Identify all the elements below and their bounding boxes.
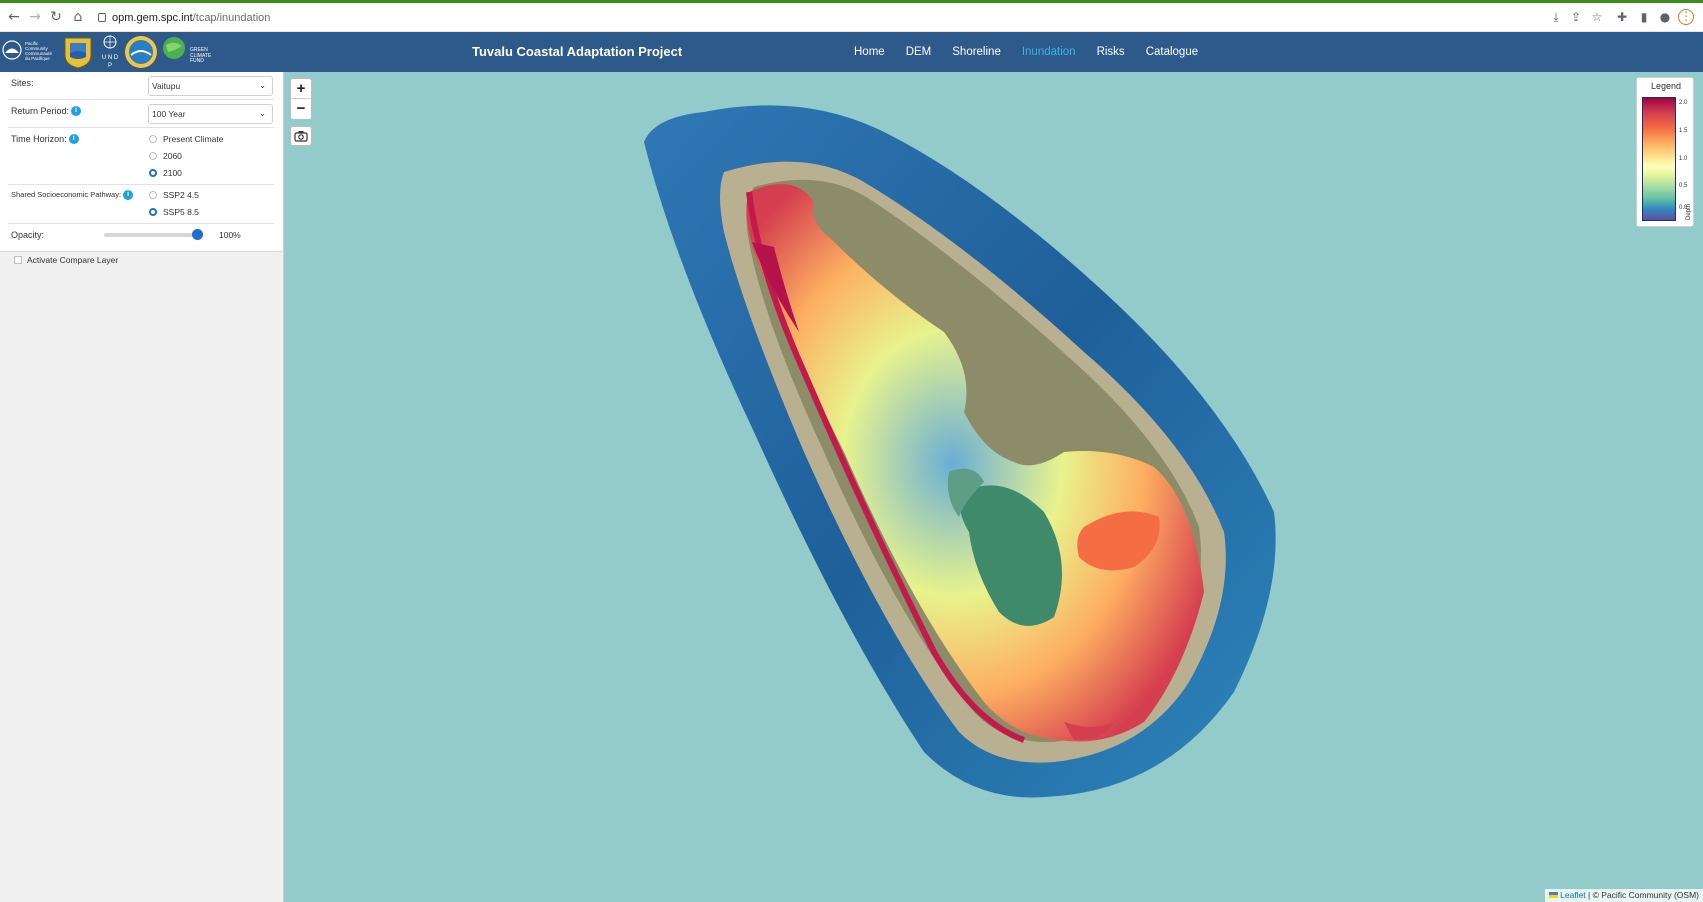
main-nav: Home DEM Shoreline Inundation Risks Cata… bbox=[854, 32, 1219, 72]
compare-layer-label: Activate Compare Layer bbox=[27, 255, 119, 265]
home-icon[interactable]: ⌂ bbox=[69, 8, 87, 26]
attribution-text: | © Pacific Community (OSM) bbox=[1585, 890, 1699, 900]
nav-dem[interactable]: DEM bbox=[906, 32, 932, 72]
legend-tick: 0.5 bbox=[1679, 183, 1688, 189]
info-icon[interactable]: i bbox=[71, 106, 82, 116]
info-icon[interactable]: i bbox=[68, 134, 79, 144]
back-icon[interactable]: ← bbox=[5, 8, 23, 26]
sites-label: Sites: bbox=[11, 78, 34, 88]
un-emblem-icon bbox=[103, 35, 117, 49]
radio-checked-icon bbox=[149, 208, 157, 216]
extensions-icon[interactable]: ✚ bbox=[1614, 9, 1630, 25]
layer-controls-panel: Sites: Vaitupu ⌄ Return Period: i 100 Yea… bbox=[0, 72, 283, 252]
inundation-map-image bbox=[644, 105, 1276, 798]
radio-2060[interactable]: 2060 bbox=[149, 150, 182, 162]
nav-catalogue[interactable]: Catalogue bbox=[1146, 32, 1198, 72]
radio-2100[interactable]: 2100 bbox=[149, 167, 182, 179]
radio-checked-icon bbox=[149, 169, 157, 177]
spc-logo-text: Pacific Community Communauté du Pacifiqu… bbox=[25, 41, 53, 61]
browser-toolbar: ← → ↻ ⌂ opm.gem.spc.int/tcap/inundation … bbox=[0, 3, 1703, 32]
checkbox-icon bbox=[14, 256, 22, 264]
ssp-label: Shared Socioeconomic Pathway: i bbox=[11, 190, 134, 200]
sites-select[interactable]: Vaitupu ⌄ bbox=[148, 76, 273, 96]
radio-present-climate[interactable]: Present Climate bbox=[149, 133, 223, 145]
legend-tick: 2.0 bbox=[1679, 100, 1688, 106]
divider bbox=[8, 127, 274, 128]
nav-shoreline[interactable]: Shoreline bbox=[952, 32, 1001, 72]
legend: Legend 2.0 1.5 1.0 0.5 0.0 Depth bbox=[1636, 77, 1694, 227]
radio-ssp5-8-5[interactable]: SSP5 8.5 bbox=[149, 206, 199, 218]
tuvalu-coat-of-arms-icon bbox=[64, 37, 92, 69]
return-period-label: Return Period: i bbox=[11, 106, 82, 116]
url-host: opm.gem.spc.int bbox=[112, 12, 193, 24]
chevron-down-icon: ⌄ bbox=[259, 109, 266, 118]
zoom-in-button[interactable]: + bbox=[291, 79, 311, 99]
divider bbox=[8, 99, 274, 100]
install-icon[interactable]: ⤓ bbox=[1548, 9, 1564, 25]
profile-icon[interactable]: ● bbox=[1657, 9, 1673, 25]
side-panel-icon[interactable]: ▮ bbox=[1636, 9, 1652, 25]
radio-ssp2-4-5[interactable]: SSP2 4.5 bbox=[149, 189, 199, 201]
zoom-control: + − bbox=[290, 78, 312, 120]
divider bbox=[8, 223, 274, 224]
opacity-value: 100% bbox=[219, 230, 241, 240]
sidebar: Sites: Vaitupu ⌄ Return Period: i 100 Yea… bbox=[0, 72, 284, 902]
legend-tick: 1.5 bbox=[1679, 128, 1688, 134]
nav-inundation[interactable]: Inundation bbox=[1022, 32, 1076, 72]
radio-icon bbox=[149, 135, 157, 143]
camera-icon bbox=[294, 131, 308, 142]
undp-logo: U N D P bbox=[100, 35, 120, 69]
address-bar[interactable]: opm.gem.spc.int/tcap/inundation bbox=[98, 9, 270, 27]
opacity-slider-thumb[interactable] bbox=[192, 229, 203, 240]
gcf-logo-text: GREEN CLIMATE FUND bbox=[190, 47, 212, 64]
app-title: Tuvalu Coastal Adaptation Project bbox=[472, 44, 683, 59]
return-period-select[interactable]: 100 Year ⌄ bbox=[148, 104, 273, 124]
map-attribution: Leaflet | © Pacific Community (OSM) bbox=[1545, 889, 1703, 902]
info-icon[interactable]: i bbox=[123, 190, 134, 200]
radio-icon bbox=[149, 191, 157, 199]
tuvalu-govt-seal-icon bbox=[125, 36, 157, 68]
map-view[interactable]: + − Legend 2.0 1.5 1.0 0.5 0.0 Depth Lea… bbox=[284, 72, 1703, 902]
legend-title: Legend bbox=[1650, 81, 1682, 91]
nav-risks[interactable]: Risks bbox=[1097, 32, 1125, 72]
zoom-out-button[interactable]: − bbox=[291, 99, 311, 119]
spc-logo-icon bbox=[2, 40, 22, 60]
url-path: /tcap/inundation bbox=[192, 12, 271, 24]
bookmark-star-icon[interactable]: ☆ bbox=[1589, 9, 1605, 25]
app-header: Pacific Community Communauté du Pacifiqu… bbox=[0, 32, 1703, 72]
opacity-label: Opacity: bbox=[11, 230, 45, 240]
compare-layer-toggle[interactable]: Activate Compare Layer bbox=[14, 255, 118, 265]
return-period-value: 100 Year bbox=[152, 109, 186, 119]
time-horizon-label: Time Horizon: i bbox=[11, 134, 79, 144]
chevron-down-icon: ⌄ bbox=[259, 81, 266, 90]
legend-tick: 1.0 bbox=[1679, 156, 1688, 162]
partner-logos: Pacific Community Communauté du Pacifiqu… bbox=[0, 32, 240, 72]
radio-icon bbox=[149, 152, 157, 160]
legend-color-ramp bbox=[1642, 97, 1676, 221]
sites-value: Vaitupu bbox=[152, 81, 181, 91]
share-icon[interactable]: ⇪ bbox=[1568, 9, 1584, 25]
legend-axis-label: Depth bbox=[1686, 203, 1692, 220]
divider bbox=[8, 184, 274, 185]
lock-icon bbox=[98, 13, 106, 22]
menu-icon[interactable]: ⋮ bbox=[1678, 9, 1694, 25]
opacity-slider-track[interactable] bbox=[104, 233, 198, 237]
nav-home[interactable]: Home bbox=[854, 32, 885, 72]
gcf-globe-icon bbox=[163, 37, 185, 59]
leaflet-link[interactable]: Leaflet bbox=[1560, 890, 1586, 900]
reload-icon[interactable]: ↻ bbox=[47, 8, 65, 26]
forward-icon[interactable]: → bbox=[26, 8, 44, 26]
screenshot-button[interactable] bbox=[290, 126, 312, 146]
ukraine-flag-icon bbox=[1549, 892, 1559, 898]
